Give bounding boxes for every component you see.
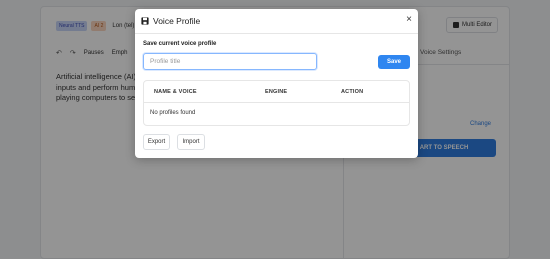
column-header-engine: ENGINE	[265, 89, 288, 95]
profiles-table: NAME & VOICE ENGINE ACTION No profiles f…	[143, 80, 410, 126]
export-button[interactable]: Export	[143, 134, 170, 150]
import-button[interactable]: Import	[177, 134, 205, 150]
profile-title-input[interactable]	[143, 53, 317, 70]
save-icon	[141, 17, 149, 25]
voice-profile-modal: Voice Profile × Save current voice profi…	[135, 9, 418, 158]
modal-header: Voice Profile ×	[135, 9, 418, 34]
empty-state-text: No profiles found	[150, 110, 196, 116]
section-label: Save current voice profile	[143, 41, 217, 47]
modal-title: Voice Profile	[153, 16, 201, 26]
column-header-action: ACTION	[341, 89, 364, 95]
close-icon[interactable]: ×	[406, 15, 412, 25]
column-header-name-voice: NAME & VOICE	[154, 89, 197, 95]
save-button[interactable]: Save	[378, 55, 410, 69]
table-header: NAME & VOICE ENGINE ACTION	[144, 81, 409, 103]
